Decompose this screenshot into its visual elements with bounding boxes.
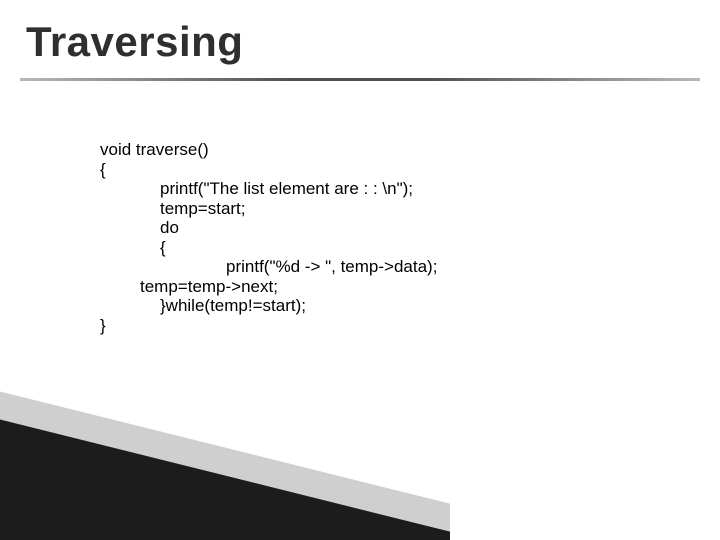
- slide: Traversing void traverse() { printf("The…: [0, 0, 720, 540]
- code-line: }while(temp!=start);: [160, 296, 660, 316]
- code-line: temp=start;: [160, 199, 660, 219]
- code-line: printf("The list element are : : \n");: [160, 179, 660, 199]
- code-line: {: [160, 238, 660, 258]
- wedge-dark: [0, 402, 450, 540]
- title-underline: [20, 78, 700, 81]
- wedge-light: [0, 374, 450, 540]
- slide-title: Traversing: [26, 18, 243, 66]
- code-line: void traverse(): [100, 140, 660, 160]
- code-block: void traverse() { printf("The list eleme…: [100, 140, 660, 335]
- code-line: temp=temp->next;: [140, 277, 660, 297]
- decorative-wedge: [0, 402, 450, 540]
- code-line: }: [100, 316, 660, 336]
- code-line: printf("%d -> ", temp->data);: [226, 257, 660, 277]
- code-line: {: [100, 160, 660, 180]
- code-line: do: [160, 218, 660, 238]
